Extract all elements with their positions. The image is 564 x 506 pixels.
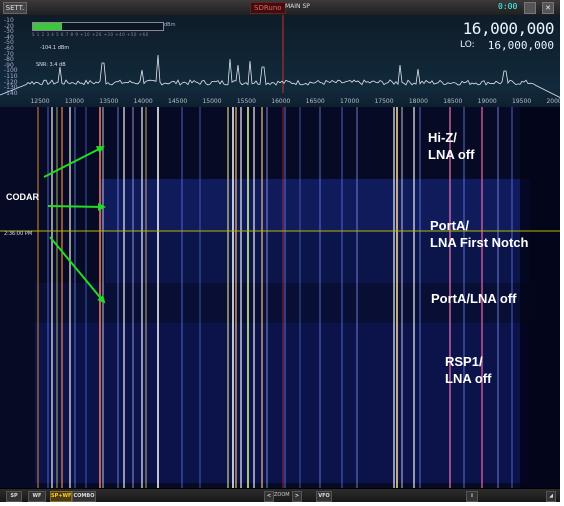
settings-button[interactable]: SETT. [3,2,27,14]
freq-tick: 13000 [64,98,84,105]
s-meter [32,22,164,31]
freq-tick: 18000 [408,98,428,105]
resize-grip-icon[interactable]: ◢ [546,491,556,502]
freq-tick: 12500 [30,98,50,105]
annotation-hiz-line2: LNA off [428,147,475,162]
annotation-rsp1-line2: LNA off [445,371,492,386]
annotation-porta-off-line1: PortA/LNA off [431,291,517,306]
title-bar: SETT. SDRuno MAIN SP 0:00 ✕ [0,0,560,16]
freq-tick: 15000 [202,98,222,105]
vfo-button[interactable]: VFO [316,491,332,502]
annotation-hiz-line1: Hi-Z/ [428,130,457,145]
zoom-out-button[interactable]: < [264,491,274,502]
annotation-rsp1: RSP1/ LNA off [445,353,491,387]
frequency-axis: 12500 13000 13500 14000 14500 15000 15500 16000… [0,93,560,107]
s-meter-scale: S 1 2 3 4 5 6 7 8 9 +10 +20 +30 +40 +50 … [32,32,149,37]
spectrum-display[interactable]: -10 -20 -30 -40 -50 -60 -70 -80 -90 -100 -110 -120-… [0,15,560,108]
freq-tick: 17000 [340,98,360,105]
sp-mode-button[interactable]: SP [6,491,22,502]
freq-tick: 14000 [133,98,153,105]
clock-readout: 0:00 [498,2,518,11]
annotation-porta-off: PortA/LNA off [431,290,516,307]
close-button[interactable]: ✕ [542,2,554,14]
snr-readout: SNR: 3.4 dB [36,62,66,68]
info-button[interactable]: i [466,491,478,502]
freq-tick: 18500 [443,98,463,105]
combo-mode-button[interactable]: COMBO [72,491,96,502]
spectrum-trace [0,54,560,98]
freq-tick: 20000 [546,98,560,105]
wf-mode-button[interactable]: WF [28,491,46,502]
freq-tick: 16000 [271,98,291,105]
freq-tick: 16500 [305,98,325,105]
zoom-label: ZOOM [274,492,290,498]
bottom-toolbar: SP WF SP+WF COMBO < ZOOM > VFO i ◢ [0,488,560,502]
annotation-rsp1-line1: RSP1/ [445,354,483,369]
freq-tick: 17500 [374,98,394,105]
s-meter-fill [33,23,62,30]
signal-level-readout: -104.1 dBm [40,45,70,51]
minimize-button[interactable] [524,2,536,14]
frequency-display[interactable]: 16,000,000 [463,19,555,38]
freq-tick: 19000 [477,98,497,105]
waterfall-time-label: 2:36:00 PM [4,231,33,237]
lo-label: LO: [460,40,475,50]
lo-frequency[interactable]: 16,000,000 [488,39,554,52]
app-name-badge: SDRuno [250,2,286,14]
zoom-in-button[interactable]: > [292,491,302,502]
annotation-porta-notch: PortA/ LNA First Notch [430,217,528,251]
freq-tick: 19500 [512,98,532,105]
sdruno-window: SETT. SDRuno MAIN SP 0:00 ✕ -10 -20 -30 -40… [0,0,560,502]
freq-tick: 14500 [168,98,188,105]
window-title: MAIN SP [285,3,310,10]
codar-arrow [43,146,105,178]
sp-wf-mode-button[interactable]: SP+WF [50,491,72,502]
freq-tick: 13500 [99,98,119,105]
annotation-porta-notch-line1: PortA/ [430,218,469,233]
annotation-porta-notch-line2: LNA First Notch [430,235,529,250]
freq-tick: 15500 [236,98,256,105]
waterfall-edge-shade [520,107,560,488]
waterfall-display[interactable]: 2:36:00 PM CODAR Hi-Z/ LNA off PortA/ LN… [0,107,560,488]
s-meter-unit: dBm [164,22,176,28]
codar-label: CODAR [6,192,39,202]
annotation-hiz: Hi-Z/ LNA off [428,129,474,163]
codar-arrow [47,202,106,211]
